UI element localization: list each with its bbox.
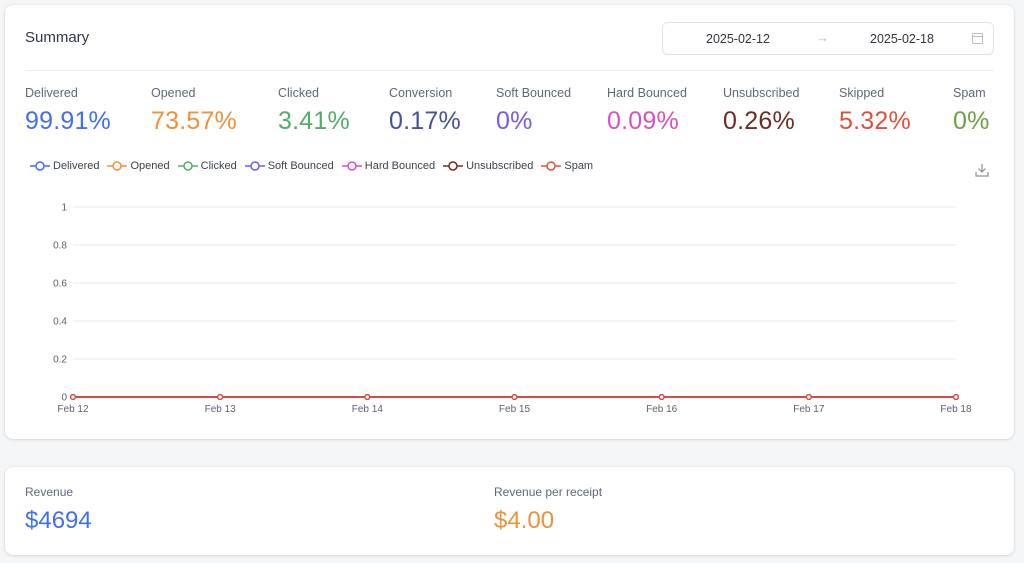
y-tick-label: 0.4 — [53, 317, 67, 328]
data-point-spam — [364, 394, 371, 400]
summary-card: Summary 2025-02-12 → 2025-02-18 Delivere… — [5, 5, 1014, 439]
revenue-per-receipt-label: Revenue per receipt — [494, 485, 603, 499]
y-tick-label: 1 — [61, 203, 67, 214]
x-tick-label: Feb 17 — [793, 404, 825, 415]
y-tick-label: 0.6 — [53, 279, 67, 290]
x-tick-label: Feb 13 — [205, 404, 237, 415]
data-point-spam — [805, 394, 812, 400]
revenue-per-receipt-value: $4.00 — [494, 507, 555, 534]
y-tick-label: 0 — [61, 393, 67, 404]
data-point-spam — [511, 394, 518, 400]
data-point-spam — [953, 394, 959, 400]
revenue-value: $4694 — [25, 507, 92, 534]
y-tick-label: 0.2 — [53, 355, 67, 366]
revenue-card: Revenue $4694 Revenue per receipt $4.00 — [5, 467, 1014, 555]
x-tick-label: Feb 15 — [499, 404, 531, 415]
line-chart: 0 0.2 0.4 0.6 0.8 1 Feb 12 Feb 13 Feb 14 Feb 15 Fe… — [53, 203, 972, 416]
x-tick-label: Feb 12 — [57, 404, 89, 415]
x-tick-label: Feb 14 — [352, 404, 384, 415]
y-tick-label: 0.8 — [53, 241, 67, 252]
revenue-label: Revenue — [25, 485, 74, 499]
data-point-spam — [658, 394, 665, 400]
revenue-per-receipt-metric: Revenue per receipt $4.00 — [494, 485, 602, 535]
data-point-spam — [217, 394, 224, 400]
x-tick-label: Feb 16 — [646, 404, 678, 415]
x-tick-label: Feb 18 — [940, 404, 972, 415]
revenue-metric: Revenue $4694 — [25, 485, 92, 535]
data-point-spam — [70, 394, 76, 400]
